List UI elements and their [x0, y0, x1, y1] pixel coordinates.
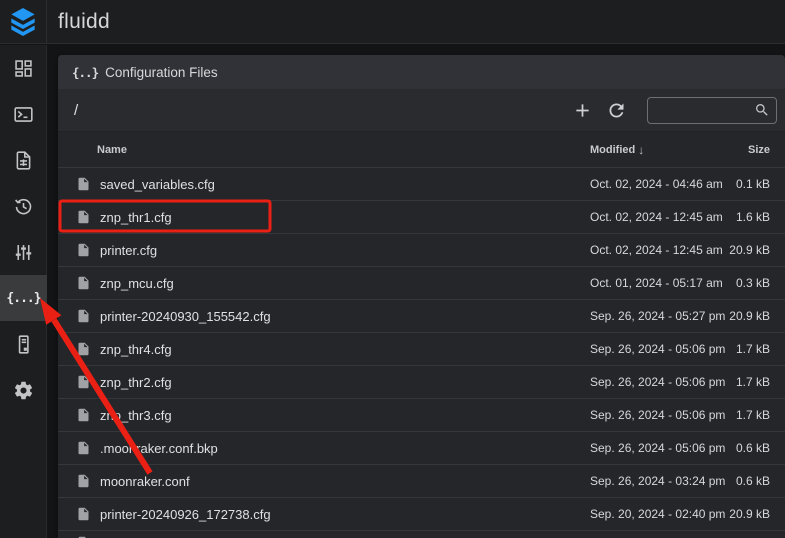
file-modified: Oct. 01, 2024 - 05:17 am	[590, 276, 715, 290]
braces-icon: {..}	[72, 65, 98, 80]
file-size: 20.9 kB	[715, 309, 770, 323]
file-modified: Oct. 02, 2024 - 12:45 am	[590, 210, 715, 224]
refresh-button[interactable]	[599, 93, 633, 127]
file-list: saved_variables.cfg Oct. 02, 2024 - 04:4…	[58, 167, 785, 538]
file-size: 1.7 kB	[715, 342, 770, 356]
table-row[interactable]: moonraker.conf Sep. 26, 2024 - 03:24 pm …	[58, 464, 785, 497]
sidebar-item-console[interactable]	[0, 91, 47, 137]
file-name: .moonraker.conf.bkp	[100, 441, 590, 456]
file-icon	[76, 241, 91, 259]
file-modified: Sep. 26, 2024 - 03:24 pm	[590, 474, 715, 488]
fluidd-logo[interactable]	[0, 0, 47, 44]
file-size: 0.1 kB	[715, 177, 770, 191]
main-content: {..} Configuration Files /	[48, 45, 785, 538]
file-name: znp_thr3.cfg	[100, 408, 590, 423]
file-modified: Oct. 02, 2024 - 12:45 am	[590, 243, 715, 257]
settings-gear-icon	[13, 380, 34, 401]
file-name: znp_thr1.cfg	[100, 210, 590, 225]
column-header-modified[interactable]: Modified ↓	[590, 143, 715, 157]
file-name: moonraker.conf	[100, 474, 590, 489]
fluidd-logo-icon	[9, 8, 37, 36]
table-row[interactable]: znp_thr1.cfg Oct. 02, 2024 - 12:45 am 1.…	[58, 200, 785, 233]
table-header: Name Modified ↓ Size	[58, 132, 785, 167]
tune-icon	[13, 242, 34, 263]
file-icon	[76, 406, 91, 424]
file-size: 1.7 kB	[715, 408, 770, 422]
file-icon	[76, 307, 91, 325]
config-files-card: {..} Configuration Files /	[58, 55, 785, 538]
search-input[interactable]	[656, 103, 754, 117]
column-header-size[interactable]: Size	[715, 144, 770, 156]
file-icon	[76, 175, 91, 193]
file-size: 20.9 kB	[715, 243, 770, 257]
app-title: fluidd	[58, 10, 110, 34]
file-icon	[76, 534, 91, 538]
search-icon	[754, 102, 770, 118]
file-size: 0.6 kB	[715, 441, 770, 455]
table-row[interactable]: .moonraker.conf.bkp Sep. 26, 2024 - 05:0…	[58, 431, 785, 464]
file-size: 1.6 kB	[715, 210, 770, 224]
file-name: printer-20240930_155542.cfg	[100, 309, 590, 324]
table-row[interactable]: printer.cfg Oct. 02, 2024 - 12:45 am 20.…	[58, 233, 785, 266]
file-size: 0.3 kB	[715, 276, 770, 290]
config-braces-icon: {...}	[6, 291, 40, 306]
table-row[interactable]: saved_variables.cfg Oct. 02, 2024 - 04:4…	[58, 167, 785, 200]
table-row[interactable]: znp_thr4.cfg Sep. 26, 2024 - 05:06 pm 1.…	[58, 332, 785, 365]
search-box	[647, 97, 777, 124]
file-icon	[76, 505, 91, 523]
column-header-name[interactable]: Name	[97, 144, 590, 156]
file-icon	[76, 340, 91, 358]
console-icon	[13, 104, 34, 125]
system-icon	[13, 334, 34, 355]
file-icon	[76, 208, 91, 226]
file-icon	[76, 373, 91, 391]
file-size: 1.7 kB	[715, 375, 770, 389]
table-row[interactable]: printer-20240926_172738.cfg Sep. 20, 202…	[58, 497, 785, 530]
sidebar-item-system[interactable]	[0, 321, 47, 367]
file-name: printer.cfg	[100, 243, 590, 258]
file-name: saved_variables.cfg	[100, 177, 590, 192]
file-browser-toolbar: /	[58, 89, 785, 132]
table-row[interactable]: printer-20240930_155542.cfg Sep. 26, 202…	[58, 299, 785, 332]
current-path[interactable]: /	[74, 102, 78, 119]
refresh-icon	[606, 100, 627, 121]
sort-desc-icon: ↓	[638, 143, 644, 157]
table-row[interactable]: znp_thr3.cfg Sep. 26, 2024 - 05:06 pm 1.…	[58, 398, 785, 431]
file-icon	[76, 439, 91, 457]
table-row[interactable]: znp_mcu.cfg Oct. 01, 2024 - 05:17 am 0.3…	[58, 266, 785, 299]
app-header: fluidd	[0, 0, 785, 44]
file-modified: Sep. 26, 2024 - 05:06 pm	[590, 375, 715, 389]
dashboard-icon	[13, 58, 34, 79]
sidebar-item-configuration[interactable]: {...}	[0, 275, 47, 321]
sidebar-item-dashboard[interactable]	[0, 45, 47, 91]
file-modified: Sep. 26, 2024 - 05:06 pm	[590, 342, 715, 356]
file-icon	[76, 274, 91, 292]
file-modified: Oct. 02, 2024 - 04:46 am	[590, 177, 715, 191]
card-title-bar: {..} Configuration Files	[58, 55, 785, 89]
file-modified: Sep. 26, 2024 - 05:27 pm	[590, 309, 715, 323]
sidebar-item-jobs[interactable]	[0, 137, 47, 183]
file-name: znp_thr4.cfg	[100, 342, 590, 357]
jobs-file-icon	[13, 150, 34, 171]
sidebar: {...}	[0, 45, 47, 538]
sidebar-item-settings[interactable]	[0, 367, 47, 413]
table-row-partial[interactable]	[58, 530, 785, 538]
file-size: 0.6 kB	[715, 474, 770, 488]
plus-icon	[572, 100, 593, 121]
file-name: printer-20240926_172738.cfg	[100, 507, 590, 522]
file-name: znp_thr2.cfg	[100, 375, 590, 390]
add-file-button[interactable]	[565, 93, 599, 127]
sidebar-item-history[interactable]	[0, 183, 47, 229]
history-icon	[13, 196, 34, 217]
file-size: 20.9 kB	[715, 507, 770, 521]
sidebar-item-tune[interactable]	[0, 229, 47, 275]
file-modified: Sep. 26, 2024 - 05:06 pm	[590, 408, 715, 422]
file-name: znp_mcu.cfg	[100, 276, 590, 291]
file-icon	[76, 472, 91, 490]
table-row[interactable]: znp_thr2.cfg Sep. 26, 2024 - 05:06 pm 1.…	[58, 365, 785, 398]
file-modified: Sep. 20, 2024 - 02:40 pm	[590, 507, 715, 521]
file-modified: Sep. 26, 2024 - 05:06 pm	[590, 441, 715, 455]
card-title: Configuration Files	[105, 65, 218, 80]
